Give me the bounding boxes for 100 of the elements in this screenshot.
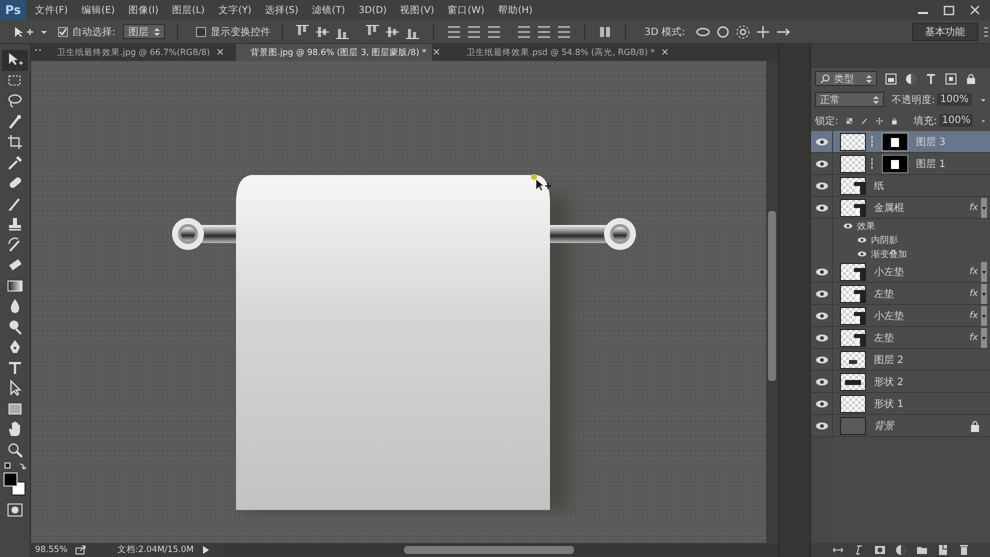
tab-close-button[interactable]: × (432, 47, 441, 58)
layer-name: 图层 1 (916, 158, 946, 170)
layer-row[interactable]: 小左垫 fx (811, 305, 990, 327)
trash-icon[interactable] (958, 544, 970, 556)
visibility-eye-icon[interactable] (814, 354, 828, 364)
menu-item[interactable]: 滤镜(T) (312, 4, 346, 16)
layer-thumbnail (840, 154, 866, 172)
layer-row[interactable]: 背景 (811, 415, 990, 437)
document-tab[interactable]: 背景图.jpg @ 98.6% (图层 3, 图层蒙版/8) * (236, 44, 432, 61)
fill-field[interactable]: 100% (938, 114, 974, 127)
visibility-eye-icon[interactable] (843, 222, 853, 230)
smart-filter-icon[interactable] (965, 72, 977, 84)
chain-link-icon[interactable] (869, 158, 875, 170)
effects-indicator[interactable]: fx (970, 266, 978, 276)
visibility-eye-icon[interactable] (814, 266, 828, 276)
visibility-eye-icon[interactable] (857, 236, 867, 244)
3d-tool-icon[interactable] (755, 24, 771, 40)
menu-item[interactable]: 视图(V) (400, 4, 434, 16)
adjustment-layer-icon[interactable] (894, 544, 906, 556)
quick-mask-icon[interactable] (6, 502, 24, 518)
visibility-eye-icon[interactable] (814, 420, 828, 430)
color-swatches-icon[interactable] (2, 472, 28, 496)
updown-icon (154, 26, 160, 36)
opacity-field[interactable]: 100% (937, 93, 972, 106)
visibility-eye-icon[interactable] (814, 202, 828, 212)
layer-row[interactable]: 金属棍 fx (811, 197, 990, 219)
visibility-eye-icon[interactable] (814, 398, 828, 408)
expand-caret-icon[interactable] (981, 284, 987, 304)
3d-tool-icon[interactable] (735, 24, 751, 40)
visibility-eye-icon[interactable] (814, 376, 828, 386)
menu-item[interactable]: 编辑(E) (81, 4, 115, 16)
menu-item[interactable]: 选择(S) (264, 4, 298, 16)
expand-caret-icon[interactable] (981, 306, 987, 326)
horizontal-scrollbar[interactable] (224, 544, 778, 556)
filter-dropdown[interactable]: 类型 (815, 71, 877, 86)
visibility-eye-icon[interactable] (814, 332, 828, 342)
distribute-icon[interactable] (556, 24, 572, 40)
layer-row[interactable]: 小左垫 fx (811, 261, 990, 283)
distribute-icon[interactable] (486, 24, 502, 40)
visibility-eye-icon[interactable] (814, 288, 828, 298)
layer-row[interactable]: 图层 2 (811, 349, 990, 371)
effects-indicator[interactable]: fx (970, 288, 978, 298)
target-dropdown[interactable]: 图层 (123, 24, 166, 39)
stamp-tool-icon (6, 215, 24, 234)
3d-tool-icon[interactable] (715, 24, 731, 40)
effects-indicator[interactable]: fx (970, 310, 978, 320)
layer-row[interactable]: 图层 3 (811, 131, 990, 153)
menu-item[interactable]: 窗口(W) (448, 4, 484, 16)
layer-row[interactable]: 图层 1 (811, 153, 990, 175)
layer-row[interactable]: 形状 1 (811, 393, 990, 415)
layer-row[interactable]: 左垫 fx (811, 327, 990, 349)
visibility-eye-icon[interactable] (814, 310, 828, 320)
visibility-eye-icon[interactable] (814, 136, 828, 146)
checkbox[interactable]: 自动选择: (58, 24, 116, 38)
lock-move-icon[interactable] (876, 114, 883, 126)
expand-caret-icon[interactable] (981, 198, 987, 218)
expand-caret-icon[interactable] (981, 328, 987, 348)
distribute-icon[interactable] (536, 24, 552, 40)
pixel-filter-icon[interactable] (885, 72, 897, 84)
document-tab[interactable]: 卫生纸最终效果.psd @ 54.8% (高光, RGB/8) * (452, 44, 661, 61)
mode-label: 3D 模式: (644, 26, 685, 38)
new-layer-icon[interactable] (936, 544, 948, 556)
layer-row[interactable]: 纸 (811, 175, 990, 197)
expand-caret-icon[interactable] (981, 262, 987, 282)
effects-indicator[interactable]: fx (970, 332, 978, 342)
tab-close-button[interactable]: × (216, 47, 224, 58)
layer-row[interactable]: 形状 2 (811, 371, 990, 393)
menu-item[interactable]: 图层(L) (172, 4, 205, 16)
document-tab[interactable]: 卫生纸最终效果.jpg @ 66.7%(RGB/8) (43, 44, 216, 61)
effects-indicator[interactable]: fx (970, 202, 978, 212)
distribute-icon[interactable] (466, 24, 482, 40)
swap-colors-icon[interactable] (2, 462, 28, 472)
distribute-icon[interactable] (516, 24, 532, 40)
tab-close-button[interactable]: × (660, 47, 670, 58)
expand-arrow-icon[interactable] (202, 545, 210, 555)
menu-item[interactable]: 文字(Y) (218, 4, 252, 16)
visibility-eye-icon[interactable] (814, 180, 828, 190)
checkbox[interactable]: 显示变换控件 (196, 24, 270, 38)
add-mask-icon[interactable] (874, 544, 886, 556)
menu-item[interactable]: 3D(D) (358, 4, 387, 16)
share-icon[interactable] (75, 545, 88, 555)
menu-item[interactable]: 文件(F) (35, 4, 68, 16)
shape-filter-icon[interactable] (945, 72, 957, 84)
document-info: 文档:2.04M/15.0M (117, 544, 194, 556)
folder-icon[interactable] (916, 544, 928, 556)
menu-item[interactable]: 图像(I) (128, 4, 159, 16)
distribute-icon[interactable] (446, 24, 462, 40)
visibility-eye-icon[interactable] (814, 158, 828, 168)
blend-mode-dropdown[interactable]: 正常 (815, 92, 884, 107)
workspace-button[interactable]: 基本功能 (912, 22, 978, 40)
visibility-eye-icon[interactable] (857, 250, 867, 258)
type-filter-icon[interactable] (925, 72, 937, 84)
zoom-level[interactable]: 98.55% (35, 545, 68, 555)
adjustment-filter-icon[interactable] (905, 72, 917, 84)
tool-button[interactable] (2, 50, 28, 70)
layer-row[interactable]: 左垫 fx (811, 283, 990, 305)
menu-item[interactable]: 帮助(H) (498, 4, 533, 16)
chain-link-icon[interactable] (869, 136, 875, 148)
maximize-icon[interactable] (942, 4, 956, 16)
close-icon[interactable] (968, 4, 982, 16)
